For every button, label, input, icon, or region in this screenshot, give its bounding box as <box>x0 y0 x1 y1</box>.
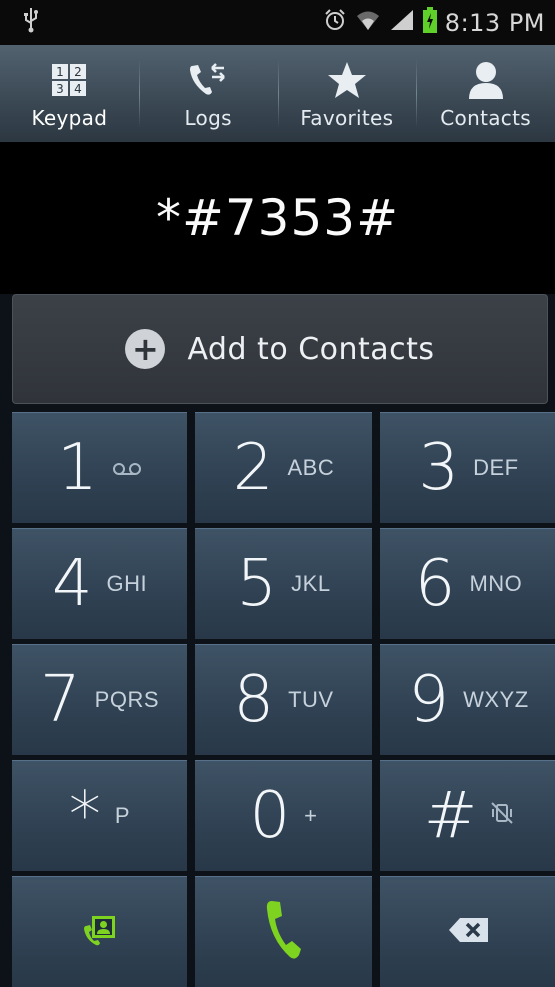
contact-card-icon <box>83 914 117 950</box>
vibrate-mute-icon <box>491 801 514 831</box>
svg-text:4: 4 <box>75 82 83 96</box>
tab-favorites-label: Favorites <box>300 105 394 130</box>
key-letters: PQRS <box>94 687 160 712</box>
tab-contacts-label: Contacts <box>440 105 531 130</box>
add-to-contacts-label: Add to Contacts <box>187 331 435 367</box>
key-digit: 9 <box>408 663 450 737</box>
key-digit: 7 <box>39 663 81 737</box>
key-digit: 8 <box>233 663 275 737</box>
voicemail-icon <box>112 453 142 483</box>
action-row <box>12 876 555 987</box>
key-letters: ABC <box>287 455 335 480</box>
phone-icon <box>264 899 304 965</box>
battery-charging-icon <box>422 7 437 38</box>
key-letters: JKL <box>291 571 331 596</box>
clock: 8:13 PM <box>444 8 545 37</box>
key-2[interactable]: 2 ABC <box>195 412 372 523</box>
usb-icon <box>22 7 40 38</box>
key-hash[interactable]: # <box>380 760 555 871</box>
key-digit: 3 <box>418 431 460 505</box>
key-9[interactable]: 9 WXYZ <box>380 644 555 755</box>
key-0[interactable]: 0 + <box>195 760 372 871</box>
key-digit: 0 <box>249 779 291 853</box>
plus-circle-icon: + <box>125 329 166 369</box>
key-digit: 2 <box>232 431 274 505</box>
key-4[interactable]: 4 GHI <box>12 528 187 639</box>
tab-keypad-label: Keypad <box>31 105 108 130</box>
signal-icon <box>389 8 415 37</box>
key-7[interactable]: 7 PQRS <box>12 644 187 755</box>
key-letters: TUV <box>288 687 334 712</box>
key-letters: DEF <box>473 455 519 480</box>
keypad-icon: 1 2 3 4 <box>52 60 87 100</box>
tab-contacts[interactable]: Contacts <box>416 45 555 142</box>
key-letters: P <box>114 803 131 828</box>
wifi-icon <box>355 8 381 37</box>
key-digit: * <box>68 779 101 853</box>
key-letters: + <box>304 803 318 828</box>
add-to-contacts-button[interactable]: + Add to Contacts <box>12 294 548 404</box>
key-letters: GHI <box>106 571 148 596</box>
key-5[interactable]: 5 JKL <box>195 528 372 639</box>
tab-favorites[interactable]: Favorites <box>277 45 417 142</box>
dial-display[interactable]: *#7353# <box>0 142 555 294</box>
key-3[interactable]: 3 DEF <box>380 412 555 523</box>
contacts-shortcut-button[interactable] <box>12 876 187 987</box>
key-digit: # <box>423 779 478 853</box>
dialed-number: *#7353# <box>155 189 400 247</box>
svg-text:3: 3 <box>57 82 65 96</box>
svg-text:2: 2 <box>75 65 83 79</box>
logs-icon <box>188 60 228 100</box>
call-button[interactable] <box>195 876 372 987</box>
status-bar: 8:13 PM <box>0 0 555 45</box>
person-icon <box>467 60 505 100</box>
svg-text:1: 1 <box>57 65 65 79</box>
key-digit: 1 <box>57 431 98 505</box>
alarm-icon <box>323 8 347 37</box>
backspace-icon <box>448 917 490 947</box>
key-digit: 5 <box>236 547 278 621</box>
dial-keypad: 1 2 ABC 3 DEF 4 GHI 5 JKL 6 MNO 7 PQRS 8… <box>12 412 555 871</box>
tab-logs-label: Logs <box>184 105 232 130</box>
status-icons: 8:13 PM <box>323 7 545 38</box>
key-1[interactable]: 1 <box>12 412 187 523</box>
backspace-button[interactable] <box>380 876 555 987</box>
tab-bar: 1 2 3 4 Keypad Logs Favorites Contacts <box>0 45 555 185</box>
key-letters: MNO <box>469 571 523 596</box>
tab-logs[interactable]: Logs <box>138 45 278 142</box>
tab-keypad[interactable]: 1 2 3 4 Keypad <box>0 45 139 142</box>
key-digit: 6 <box>414 547 456 621</box>
key-digit: 4 <box>51 547 93 621</box>
key-star[interactable]: * P <box>12 760 187 871</box>
key-8[interactable]: 8 TUV <box>195 644 372 755</box>
key-6[interactable]: 6 MNO <box>380 528 555 639</box>
key-letters: WXYZ <box>463 687 529 712</box>
star-icon <box>327 60 367 100</box>
